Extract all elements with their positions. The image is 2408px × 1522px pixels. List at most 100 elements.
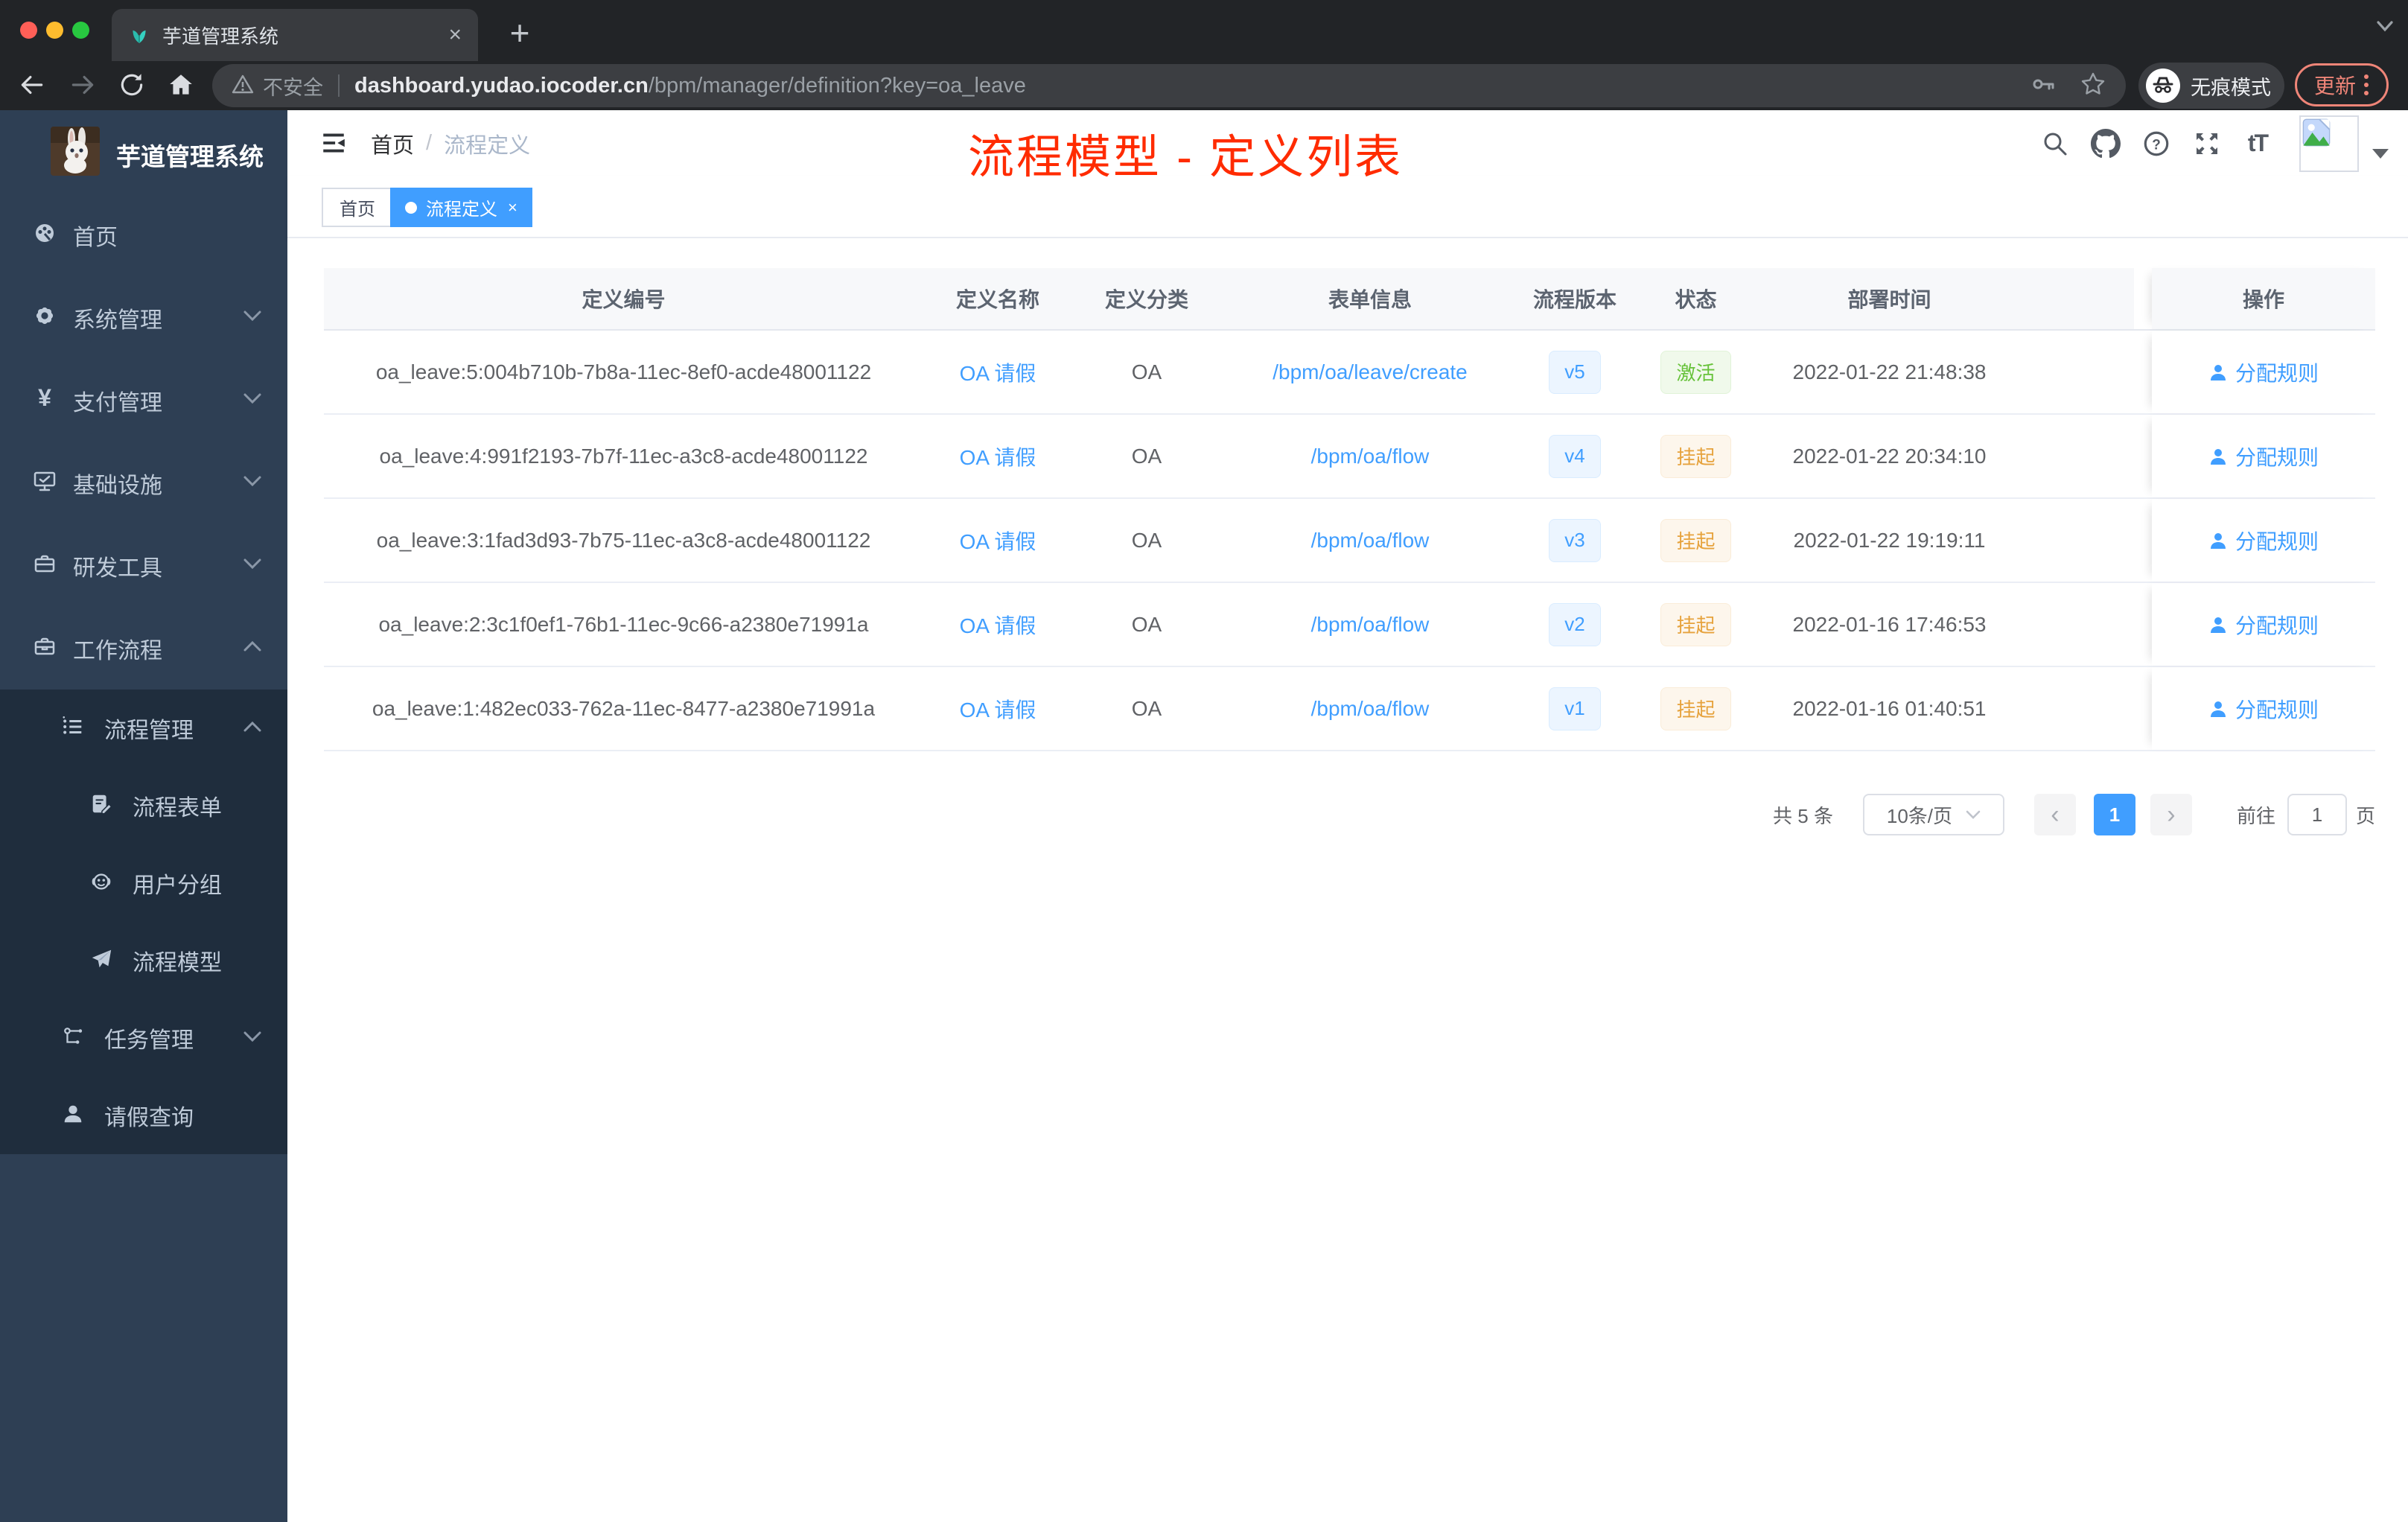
sidebar-item-user-group[interactable]: 用户分组 [0,844,287,922]
status-tag: 挂起 [1660,687,1731,730]
tab-close-icon[interactable]: × [448,24,462,46]
status-tag: 挂起 [1660,602,1731,646]
deploy-time-cell: 2022-01-22 19:19:11 [1793,528,1986,552]
dashboard-icon [31,220,58,249]
chevron-down-icon [243,392,262,408]
user-icon [2210,448,2226,465]
sidebar-item-process-form[interactable]: 流程表单 [0,767,287,844]
column-header: 状态 [1631,268,1761,329]
column-header: 定义编号 [324,268,923,329]
sidebar-item-label: 工作流程 [73,638,162,663]
gutter-cell [2134,583,2152,666]
close-window-button[interactable] [20,22,37,39]
bookmark-star-icon[interactable] [2080,71,2106,101]
font-size-icon[interactable]: tT [2232,130,2283,157]
scroll-gutter [2134,268,2152,329]
assign-rule-button[interactable]: 分配规则 [2208,526,2319,555]
page-size-select[interactable]: 10条/页 [1862,794,2004,835]
briefcase-icon [31,634,58,663]
search-icon[interactable] [2030,130,2080,158]
user-icon [2210,701,2226,717]
sidebar-item-leave-query[interactable]: 请假查询 [0,1077,287,1154]
zoom-window-button[interactable] [72,22,89,39]
table-header-row: 定义编号 定义名称 定义分类 表单信息 流程版本 状态 部署时间 操作 [324,268,2375,331]
sidebar-item-process-model[interactable]: 流程模型 [0,922,287,999]
version-cell: v1 [1519,667,1631,750]
sidebar-item-home[interactable]: 首页 [0,194,287,276]
github-icon[interactable] [2080,128,2131,159]
sidebar-item-process-management[interactable]: 流程管理 [0,690,287,767]
filler-cell [2018,583,2134,666]
assign-rule-button[interactable]: 分配规则 [2208,357,2319,387]
key-icon[interactable] [2030,71,2057,101]
form-info-link: /bpm/oa/flow [1310,612,1430,636]
sidebar-logo[interactable]: 芋道管理系统 [0,110,287,194]
page-1-button[interactable]: 1 [2093,794,2135,835]
status-tag: 挂起 [1660,518,1731,562]
address-bar[interactable]: 不安全 dashboard.yudao.iocoder.cn/bpm/manag… [212,64,2126,107]
column-header: 部署时间 [1761,268,2018,329]
reload-icon[interactable] [118,71,146,103]
sidebar-collapse-icon[interactable] [320,130,347,160]
tab-overflow-chevron-icon[interactable] [2372,18,2398,39]
action-cell: 分配规则 [2152,499,2375,582]
goto-label: 前往 [2236,804,2275,827]
form-info-link: /bpm/oa/flow [1310,444,1430,468]
breadcrumb: 首页 / 流程定义 [371,110,530,176]
deploy-time-cell: 2022-01-22 21:48:38 [1792,360,1987,383]
version-cell: v4 [1519,415,1631,497]
avatar-dropdown-caret-icon[interactable] [2372,149,2389,159]
tag-home[interactable]: 首页 [322,188,393,227]
version-tag: v1 [1549,687,1601,730]
new-tab-button[interactable]: + [497,10,542,55]
tag-close-icon[interactable]: × [508,198,517,217]
tag-label: 首页 [340,200,375,220]
definition-table: 定义编号 定义名称 定义分类 表单信息 流程版本 状态 部署时间 操作 oa_l… [324,268,2375,751]
list-icon [60,715,86,742]
security-label[interactable]: 不安全 [263,71,323,101]
definition-id-cell: oa_leave:5:004b710b-7b8a-11ec-8ef0-acde4… [375,360,872,383]
version-tag: v2 [1549,602,1601,646]
sidebar-item-system[interactable]: 系统管理 [0,276,287,359]
minimize-window-button[interactable] [46,22,63,39]
forward-icon[interactable] [69,71,97,103]
tab-title: 芋道管理系统 [162,25,279,48]
sidebar-item-label: 研发工具 [73,555,162,581]
assign-rule-button[interactable]: 分配规则 [2208,694,2319,724]
definition-category-cell: OA [1131,360,1162,383]
not-secure-warning-icon [232,73,254,99]
url-path: /bpm/manager/definition?key=oa_leave [648,73,1026,98]
page-size-value: 10条/页 [1886,804,1953,827]
sidebar-item-payment[interactable]: ¥ 支付管理 [0,359,287,442]
browser-window: 芋道管理系统 × + 不安全 dashboard.yudao.iocoder.c… [0,0,2408,1522]
home-icon[interactable] [167,71,195,103]
next-page-button[interactable]: › [2150,794,2192,835]
breadcrumb-separator: / [426,131,433,155]
tag-process-definition[interactable]: 流程定义 × [390,188,532,227]
sidebar-item-devtools[interactable]: 研发工具 [0,524,287,607]
definition-name-link: OA 请假 [959,361,1036,385]
more-menu-icon[interactable] [2363,72,2369,98]
form-info-link: /bpm/oa/flow [1310,528,1430,552]
prev-page-button[interactable]: ‹ [2033,794,2076,835]
update-browser-button[interactable]: 更新 [2295,63,2389,106]
assign-rule-button[interactable]: 分配规则 [2208,442,2319,471]
breadcrumb-home[interactable]: 首页 [371,128,414,159]
url-text[interactable]: dashboard.yudao.iocoder.cn/bpm/manager/d… [354,74,2016,98]
browser-tab[interactable]: 芋道管理系统 × [112,9,478,61]
robot-icon [88,870,115,897]
definition-category-cell: OA [1131,528,1162,552]
sidebar-item-task-management[interactable]: 任务管理 [0,999,287,1077]
back-icon[interactable] [18,71,46,103]
definition-name-link: OA 请假 [959,529,1036,553]
help-icon[interactable]: ? [2131,129,2182,159]
sidebar-item-infrastructure[interactable]: 基础设施 [0,442,287,524]
sidebar-item-workflow[interactable]: 工作流程 [0,607,287,690]
goto-page-input[interactable] [2287,794,2347,835]
assign-rule-button[interactable]: 分配规则 [2208,610,2319,640]
definition-category-cell: OA [1131,612,1162,636]
avatar[interactable] [2299,115,2359,172]
definition-id-cell: oa_leave:4:991f2193-7b7f-11ec-a3c8-acde4… [379,444,868,468]
fullscreen-icon[interactable] [2182,130,2232,158]
favicon-leaf-icon [128,22,150,48]
